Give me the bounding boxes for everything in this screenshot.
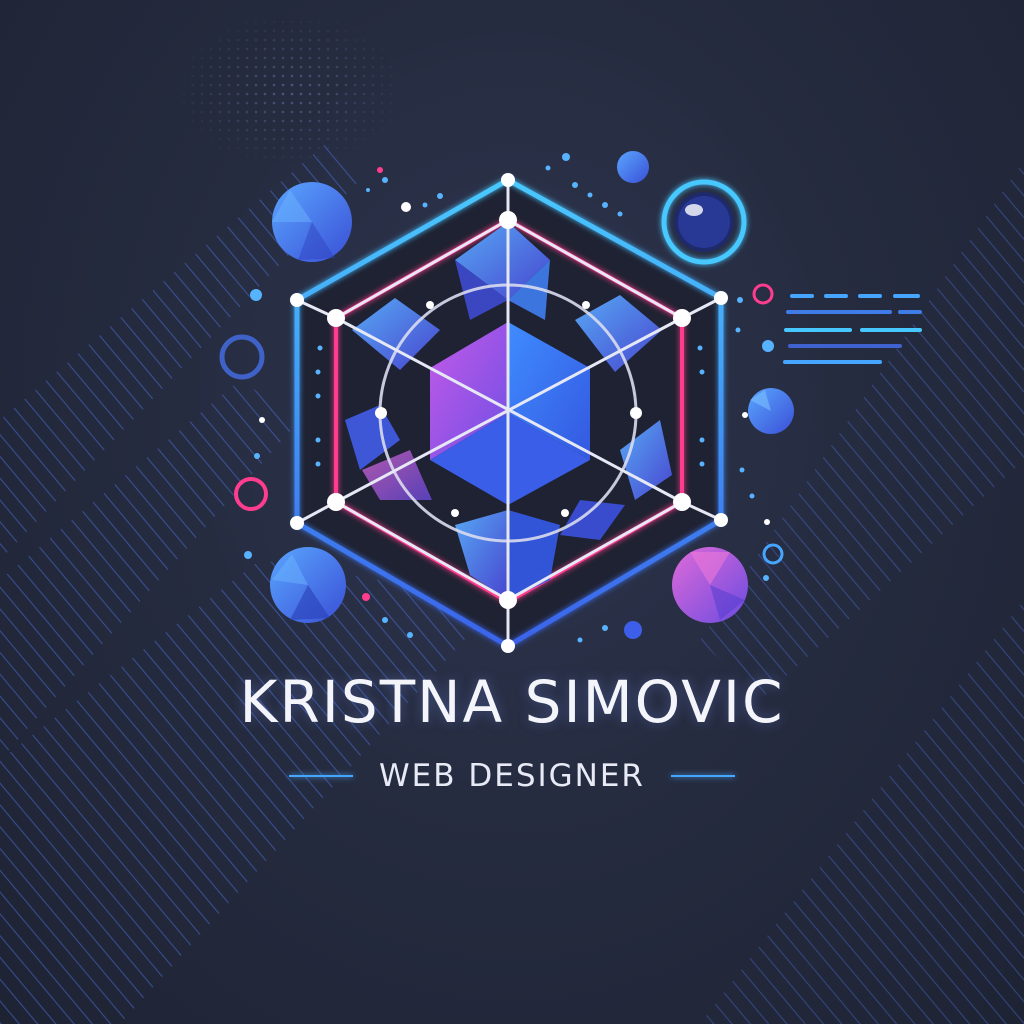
faceted-sphere-top-left (272, 182, 352, 262)
speed-lines (783, 294, 922, 364)
ring-blue-right (762, 543, 784, 565)
faceted-sphere-bottom-left (270, 547, 346, 623)
faceted-sphere-right (748, 388, 794, 434)
lens-orb (661, 179, 747, 265)
ring-left (219, 334, 265, 380)
tagline-row: WEB DESIGNER (0, 758, 1024, 794)
ring-pink-left (234, 477, 268, 511)
tagline-rule-left (289, 775, 353, 777)
tagline-rule-right (670, 775, 735, 777)
logo-canvas: KRISTNA SIMOVIC WEB DESIGNER (0, 0, 1024, 1024)
small-sphere-top (617, 151, 649, 183)
hexagon-network-emblem (219, 151, 922, 653)
faceted-sphere-bottom-right (672, 547, 748, 623)
logo-name: KRISTNA SIMOVIC (239, 668, 785, 736)
logo-tagline: WEB DESIGNER (379, 758, 645, 794)
ring-pink-right (752, 283, 774, 305)
